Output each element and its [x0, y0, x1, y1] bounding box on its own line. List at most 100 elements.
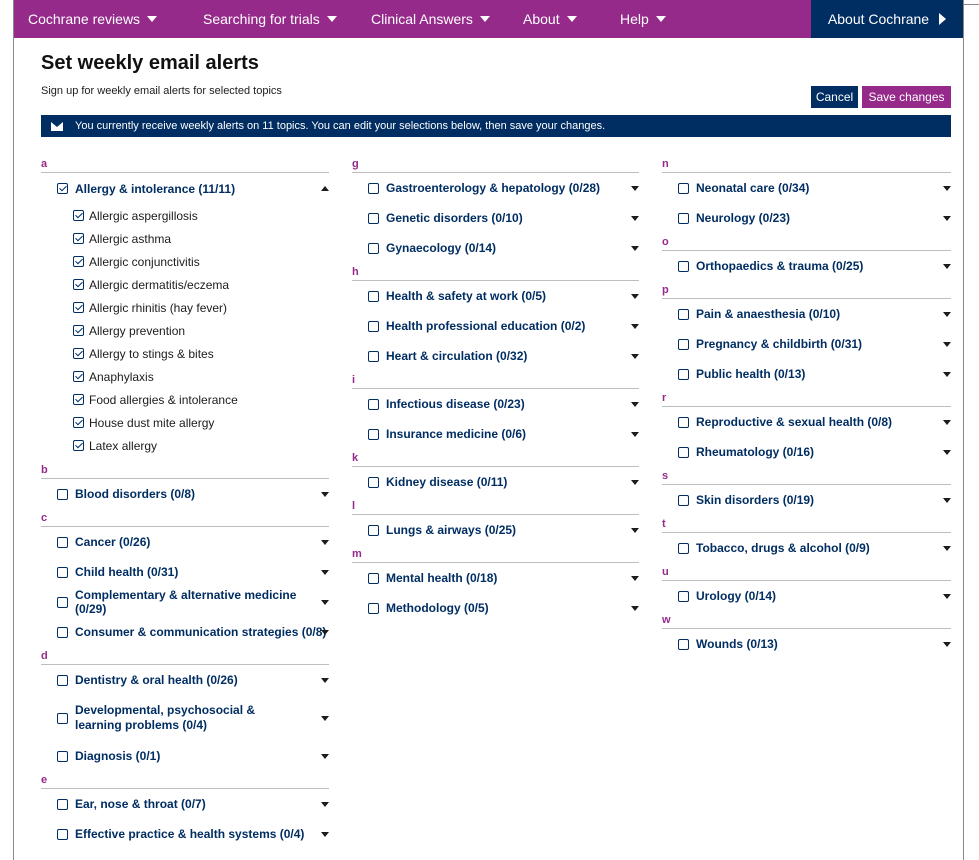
topic-checkbox[interactable]: [368, 602, 379, 614]
subtopic-checkbox[interactable]: [73, 394, 84, 405]
chevron-down-icon[interactable]: [631, 245, 639, 251]
topic-checkbox[interactable]: [368, 320, 379, 332]
topic-checkbox[interactable]: [57, 712, 68, 724]
topic-checkbox[interactable]: [678, 308, 689, 320]
chevron-down-icon[interactable]: [943, 341, 951, 347]
chevron-down-icon[interactable]: [631, 527, 639, 533]
subtopic-row[interactable]: Allergy to stings & bites: [41, 342, 329, 365]
chevron-down-icon[interactable]: [321, 539, 329, 545]
chevron-down-icon[interactable]: [321, 569, 329, 575]
chevron-down-icon[interactable]: [631, 431, 639, 437]
subtopic-row[interactable]: Allergic aspergillosis: [41, 204, 329, 227]
subtopic-checkbox[interactable]: [73, 325, 84, 336]
topic-checkbox[interactable]: [368, 398, 379, 410]
topic-checkbox[interactable]: [57, 828, 68, 840]
subtopic-row[interactable]: Food allergies & intolerance: [41, 388, 329, 411]
subtopic-checkbox[interactable]: [73, 440, 84, 451]
chevron-down-icon[interactable]: [321, 801, 329, 807]
chevron-down-icon[interactable]: [631, 401, 639, 407]
topic-row[interactable]: Skin disorders (0/19): [662, 485, 951, 515]
subtopic-row[interactable]: House dust mite allergy: [41, 411, 329, 434]
chevron-down-icon[interactable]: [631, 293, 639, 299]
topic-checkbox[interactable]: [678, 182, 689, 194]
topic-row[interactable]: Complementary & alternative medicine (0/…: [41, 587, 329, 617]
topic-row[interactable]: Tobacco, drugs & alcohol (0/9): [662, 533, 951, 563]
cancel-button[interactable]: Cancel: [811, 86, 858, 108]
chevron-down-icon[interactable]: [943, 311, 951, 317]
chevron-down-icon[interactable]: [631, 323, 639, 329]
topic-row[interactable]: Urology (0/14): [662, 581, 951, 611]
nav-clinical-answers[interactable]: Clinical Answers: [371, 0, 490, 38]
subtopic-checkbox[interactable]: [73, 210, 84, 221]
topic-row[interactable]: Child health (0/31): [41, 557, 329, 587]
subtopic-checkbox[interactable]: [73, 256, 84, 267]
chevron-down-icon[interactable]: [321, 629, 329, 635]
topic-row[interactable]: Genetic disorders (0/10): [352, 203, 639, 233]
topic-checkbox[interactable]: [368, 182, 379, 194]
subtopic-checkbox[interactable]: [73, 233, 84, 244]
topic-checkbox[interactable]: [368, 476, 379, 488]
topic-row[interactable]: Health & safety at work (0/5): [352, 281, 639, 311]
topic-row[interactable]: Orthopaedics & trauma (0/25): [662, 251, 951, 281]
topic-checkbox[interactable]: [678, 446, 689, 458]
chevron-down-icon[interactable]: [631, 215, 639, 221]
subtopic-row[interactable]: Allergic asthma: [41, 227, 329, 250]
topic-checkbox[interactable]: [678, 212, 689, 224]
chevron-down-icon[interactable]: [321, 491, 329, 497]
chevron-down-icon[interactable]: [631, 353, 639, 359]
chevron-down-icon[interactable]: [321, 753, 329, 759]
topic-row[interactable]: Mental health (0/18): [352, 563, 639, 593]
subtopic-checkbox[interactable]: [73, 371, 84, 382]
topic-checkbox[interactable]: [678, 494, 689, 506]
nav-about[interactable]: About: [523, 0, 577, 38]
topic-row[interactable]: Infectious disease (0/23): [352, 389, 639, 419]
chevron-down-icon[interactable]: [321, 677, 329, 683]
chevron-down-icon[interactable]: [631, 575, 639, 581]
topic-row[interactable]: Cancer (0/26): [41, 527, 329, 557]
topic-row[interactable]: Heart & circulation (0/32): [352, 341, 639, 371]
chevron-down-icon[interactable]: [321, 831, 329, 837]
nav-help[interactable]: Help: [620, 0, 666, 38]
topic-checkbox[interactable]: [678, 638, 689, 650]
topic-checkbox[interactable]: [368, 428, 379, 440]
subtopic-checkbox[interactable]: [73, 279, 84, 290]
chevron-down-icon[interactable]: [943, 545, 951, 551]
chevron-down-icon[interactable]: [943, 449, 951, 455]
topic-checkbox[interactable]: [678, 590, 689, 602]
topic-checkbox[interactable]: [57, 183, 68, 194]
topic-row[interactable]: Pain & anaesthesia (0/10): [662, 299, 951, 329]
topic-checkbox[interactable]: [368, 350, 379, 362]
topic-checkbox[interactable]: [57, 626, 68, 638]
subtopic-row[interactable]: Allergy prevention: [41, 319, 329, 342]
chevron-down-icon[interactable]: [943, 215, 951, 221]
subtopic-row[interactable]: Latex allergy: [41, 434, 329, 457]
topic-row[interactable]: Public health (0/13): [662, 359, 951, 389]
topic-checkbox[interactable]: [678, 416, 689, 428]
about-cochrane-button[interactable]: About Cochrane: [811, 0, 963, 38]
topic-checkbox[interactable]: [57, 750, 68, 762]
subtopic-row[interactable]: Allergic conjunctivitis: [41, 250, 329, 273]
topic-row[interactable]: Developmental, psychosocial & learning p…: [41, 695, 329, 741]
chevron-down-icon[interactable]: [943, 497, 951, 503]
topic-checkbox[interactable]: [57, 674, 68, 686]
chevron-down-icon[interactable]: [321, 599, 329, 605]
topic-row[interactable]: Rheumatology (0/16): [662, 437, 951, 467]
subtopic-checkbox[interactable]: [73, 302, 84, 313]
chevron-down-icon[interactable]: [631, 479, 639, 485]
subtopic-row[interactable]: Allergic rhinitis (hay fever): [41, 296, 329, 319]
topic-row[interactable]: Methodology (0/5): [352, 593, 639, 623]
topic-checkbox[interactable]: [368, 572, 379, 584]
chevron-down-icon[interactable]: [943, 593, 951, 599]
topic-checkbox[interactable]: [57, 536, 68, 548]
chevron-down-icon[interactable]: [321, 715, 329, 721]
topic-checkbox[interactable]: [678, 368, 689, 380]
topic-row[interactable]: Insurance medicine (0/6): [352, 419, 639, 449]
subtopic-checkbox[interactable]: [73, 417, 84, 428]
nav-cochrane-reviews[interactable]: Cochrane reviews: [28, 0, 158, 38]
chevron-down-icon[interactable]: [943, 419, 951, 425]
chevron-down-icon[interactable]: [631, 185, 639, 191]
topic-checkbox[interactable]: [368, 524, 379, 536]
topic-checkbox[interactable]: [678, 260, 689, 272]
subtopic-row[interactable]: Anaphylaxis: [41, 365, 329, 388]
topic-checkbox[interactable]: [368, 290, 379, 302]
